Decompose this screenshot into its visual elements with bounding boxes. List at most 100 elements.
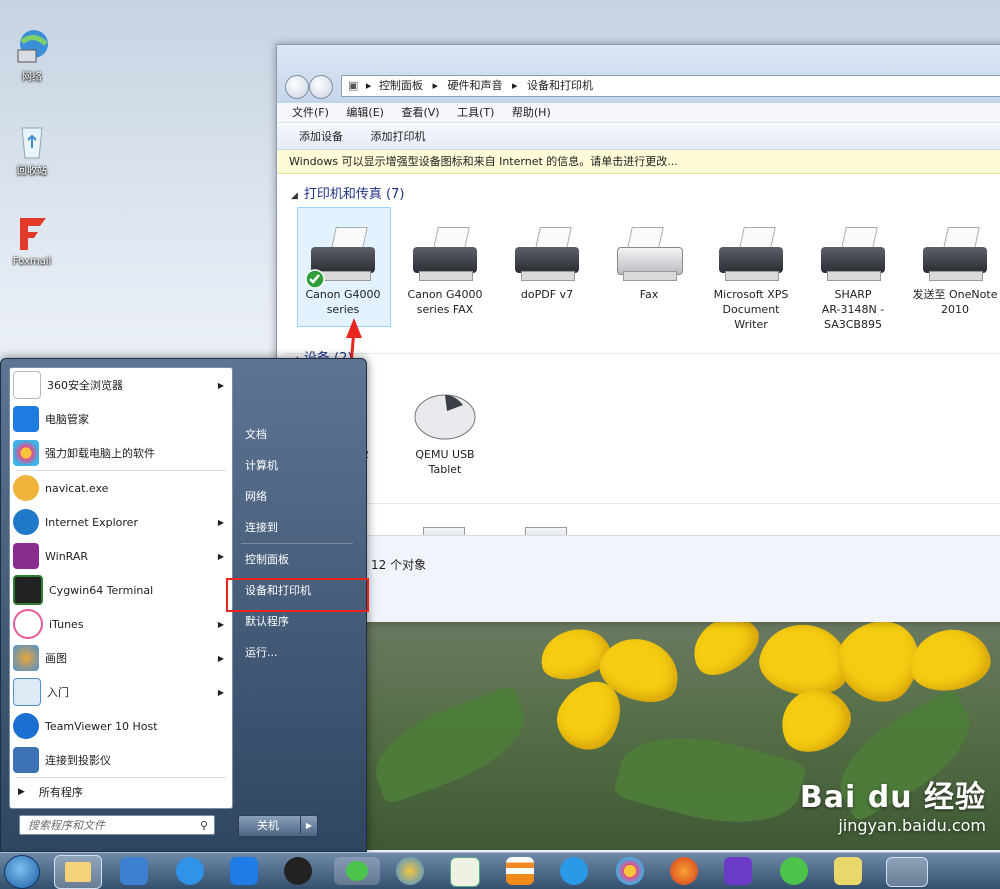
menu-file[interactable]: 文件(F)	[285, 103, 336, 123]
rp-documents[interactable]: 文档	[235, 419, 359, 450]
start-button[interactable]	[4, 855, 40, 889]
shutdown-button[interactable]: 关机 ▶	[238, 815, 318, 837]
video-player-icon[interactable]	[120, 857, 148, 885]
control-panel-taskbar-button[interactable]	[886, 857, 928, 887]
program-label: Internet Explorer	[45, 515, 138, 529]
submenu-arrow-icon: ▶	[217, 619, 224, 629]
breadcrumb-devices-printers[interactable]: 设备和打印机	[527, 79, 593, 92]
forward-button[interactable]	[309, 75, 333, 99]
printer-canon-g4000[interactable]: Canon G4000 series	[298, 225, 388, 317]
chart-app-icon[interactable]	[450, 857, 480, 887]
folder-icon	[65, 862, 91, 882]
menu-view[interactable]: 查看(V)	[394, 103, 446, 123]
rp-connect-to[interactable]: 连接到	[235, 512, 359, 543]
printer-canon-g4000-fax[interactable]: Canon G4000 series FAX	[400, 225, 490, 317]
program-label: 入门	[47, 686, 69, 699]
program-paint[interactable]: 画图 ▶	[10, 641, 232, 675]
program-uninstaller[interactable]: 强力卸载电脑上的软件	[10, 436, 232, 470]
printer-xps-writer[interactable]: Microsoft XPS Document Writer	[706, 225, 796, 332]
program-itunes[interactable]: iTunes ▶	[10, 607, 232, 641]
program-label: 强力卸载电脑上的软件	[45, 447, 155, 460]
explorer-taskbar-button[interactable]	[54, 855, 102, 889]
globe-app-icon[interactable]	[396, 857, 424, 885]
program-360-browser[interactable]: 360安全浏览器 ▶	[10, 368, 232, 402]
info-bar[interactable]: Windows 可以显示增强型设备图标和来自 Internet 的信息。请单击进…	[277, 150, 1000, 174]
shutdown-label: 关机	[257, 819, 279, 832]
program-label: WinRAR	[45, 549, 89, 563]
group-divider	[285, 503, 999, 504]
program-projector[interactable]: 连接到投影仪	[10, 743, 232, 777]
device-label: Microsoft XPS	[713, 288, 789, 301]
rp-control-panel[interactable]: 控制面板	[235, 544, 359, 575]
breadcrumb-separator-icon: ▸	[365, 79, 372, 92]
address-bar[interactable]: ▣ ▸ 控制面板 ▸ 硬件和声音 ▸ 设备和打印机	[341, 75, 1000, 97]
desktop-icon-label: 网络	[22, 72, 42, 83]
pc-manager-icon	[13, 406, 39, 432]
star-app-icon[interactable]	[230, 857, 258, 885]
watermark-brand: Bai du 经验	[799, 780, 986, 815]
internet-explorer-icon	[13, 509, 39, 535]
device-qemu-tablet[interactable]: QEMU USB Tablet	[400, 385, 490, 477]
baidu-netdisk-icon[interactable]	[560, 857, 588, 885]
sticky-notes-icon[interactable]	[834, 857, 862, 885]
network-icon	[12, 26, 52, 66]
firefox-icon[interactable]	[670, 857, 698, 885]
winrar-icon	[13, 543, 39, 569]
device-label: series FAX	[416, 303, 474, 316]
printer-dopdf[interactable]: doPDF v7	[502, 225, 592, 302]
breadcrumb-separator-icon: ▸	[511, 79, 518, 92]
rp-run[interactable]: 运行...	[235, 637, 359, 668]
program-navicat[interactable]: navicat.exe	[10, 471, 232, 505]
qq-icon[interactable]	[284, 857, 312, 885]
projector-icon	[13, 747, 39, 773]
program-label: navicat.exe	[45, 481, 109, 495]
default-checkmark-icon	[305, 269, 325, 289]
add-device-button[interactable]: 添加设备	[287, 124, 355, 150]
printer-onenote[interactable]: 发送至 OneNote 2010	[910, 225, 1000, 317]
wechat-icon	[346, 861, 368, 881]
devices-and-printers-window: ▣ ▸ 控制面板 ▸ 硬件和声音 ▸ 设备和打印机 文件(F) 编辑(E) 查看…	[276, 44, 1000, 622]
device-label: series	[326, 303, 360, 316]
all-programs-label: 所有程序	[38, 786, 83, 799]
desktop-icon-recycle-bin[interactable]: 回收站	[4, 120, 60, 177]
breadcrumb-hardware-sound[interactable]: 硬件和声音	[447, 79, 502, 92]
search-placeholder: 搜索程序和文件	[28, 819, 105, 832]
submenu-arrow-icon: ▶	[217, 653, 224, 663]
device-label: Document	[722, 303, 780, 316]
all-programs-button[interactable]: ▶ 所有程序	[10, 778, 232, 806]
rp-network[interactable]: 网络	[235, 481, 359, 512]
printer-sharp[interactable]: SHARP AR-3148N - SA3CB895	[808, 225, 898, 332]
uninstaller-icon[interactable]	[616, 857, 644, 885]
rp-computer[interactable]: 计算机	[235, 450, 359, 481]
annotation-highlight-box	[226, 578, 369, 612]
wechat-taskbar-button[interactable]	[334, 857, 380, 885]
printer-fax[interactable]: Fax	[604, 225, 694, 302]
desktop-icon-foxmail[interactable]: Foxmail	[4, 214, 60, 267]
breadcrumb-control-panel[interactable]: 控制面板	[379, 79, 423, 92]
device-label: Canon G4000	[305, 288, 381, 301]
add-printer-button[interactable]: 添加打印机	[359, 124, 438, 150]
program-pc-manager[interactable]: 电脑管家	[10, 402, 232, 436]
visual-studio-icon[interactable]	[724, 857, 752, 885]
feiq-icon[interactable]	[176, 857, 204, 885]
program-teamviewer[interactable]: TeamViewer 10 Host	[10, 709, 232, 743]
shutdown-options-arrow-icon[interactable]: ▶	[300, 816, 317, 834]
menu-help[interactable]: 帮助(H)	[505, 103, 558, 123]
submenu-arrow-icon: ▶	[217, 380, 224, 390]
baidu-watermark: Bai du 经验 jingyan.baidu.com	[800, 772, 986, 835]
program-getting-started[interactable]: 入门 ▶	[10, 675, 232, 709]
printers-group-header[interactable]: ◢ 打印机和传真 (7)	[291, 183, 404, 202]
menu-tools[interactable]: 工具(T)	[450, 103, 501, 123]
ie-green-icon[interactable]	[780, 857, 808, 885]
desktop-icon-network[interactable]: 网络	[4, 26, 60, 83]
command-bar: 添加设备 添加打印机	[277, 124, 1000, 150]
vlc-icon[interactable]	[506, 857, 534, 885]
program-internet-explorer[interactable]: Internet Explorer ▶	[10, 505, 232, 539]
back-button[interactable]	[285, 75, 309, 99]
menu-edit[interactable]: 编辑(E)	[339, 103, 391, 123]
recycle-bin-icon	[12, 120, 52, 160]
program-winrar[interactable]: WinRAR ▶	[10, 539, 232, 573]
program-label: 画图	[45, 652, 67, 665]
start-search-input[interactable]: 搜索程序和文件 ⚲	[19, 815, 215, 835]
program-cygwin[interactable]: Cygwin64 Terminal	[10, 573, 232, 607]
